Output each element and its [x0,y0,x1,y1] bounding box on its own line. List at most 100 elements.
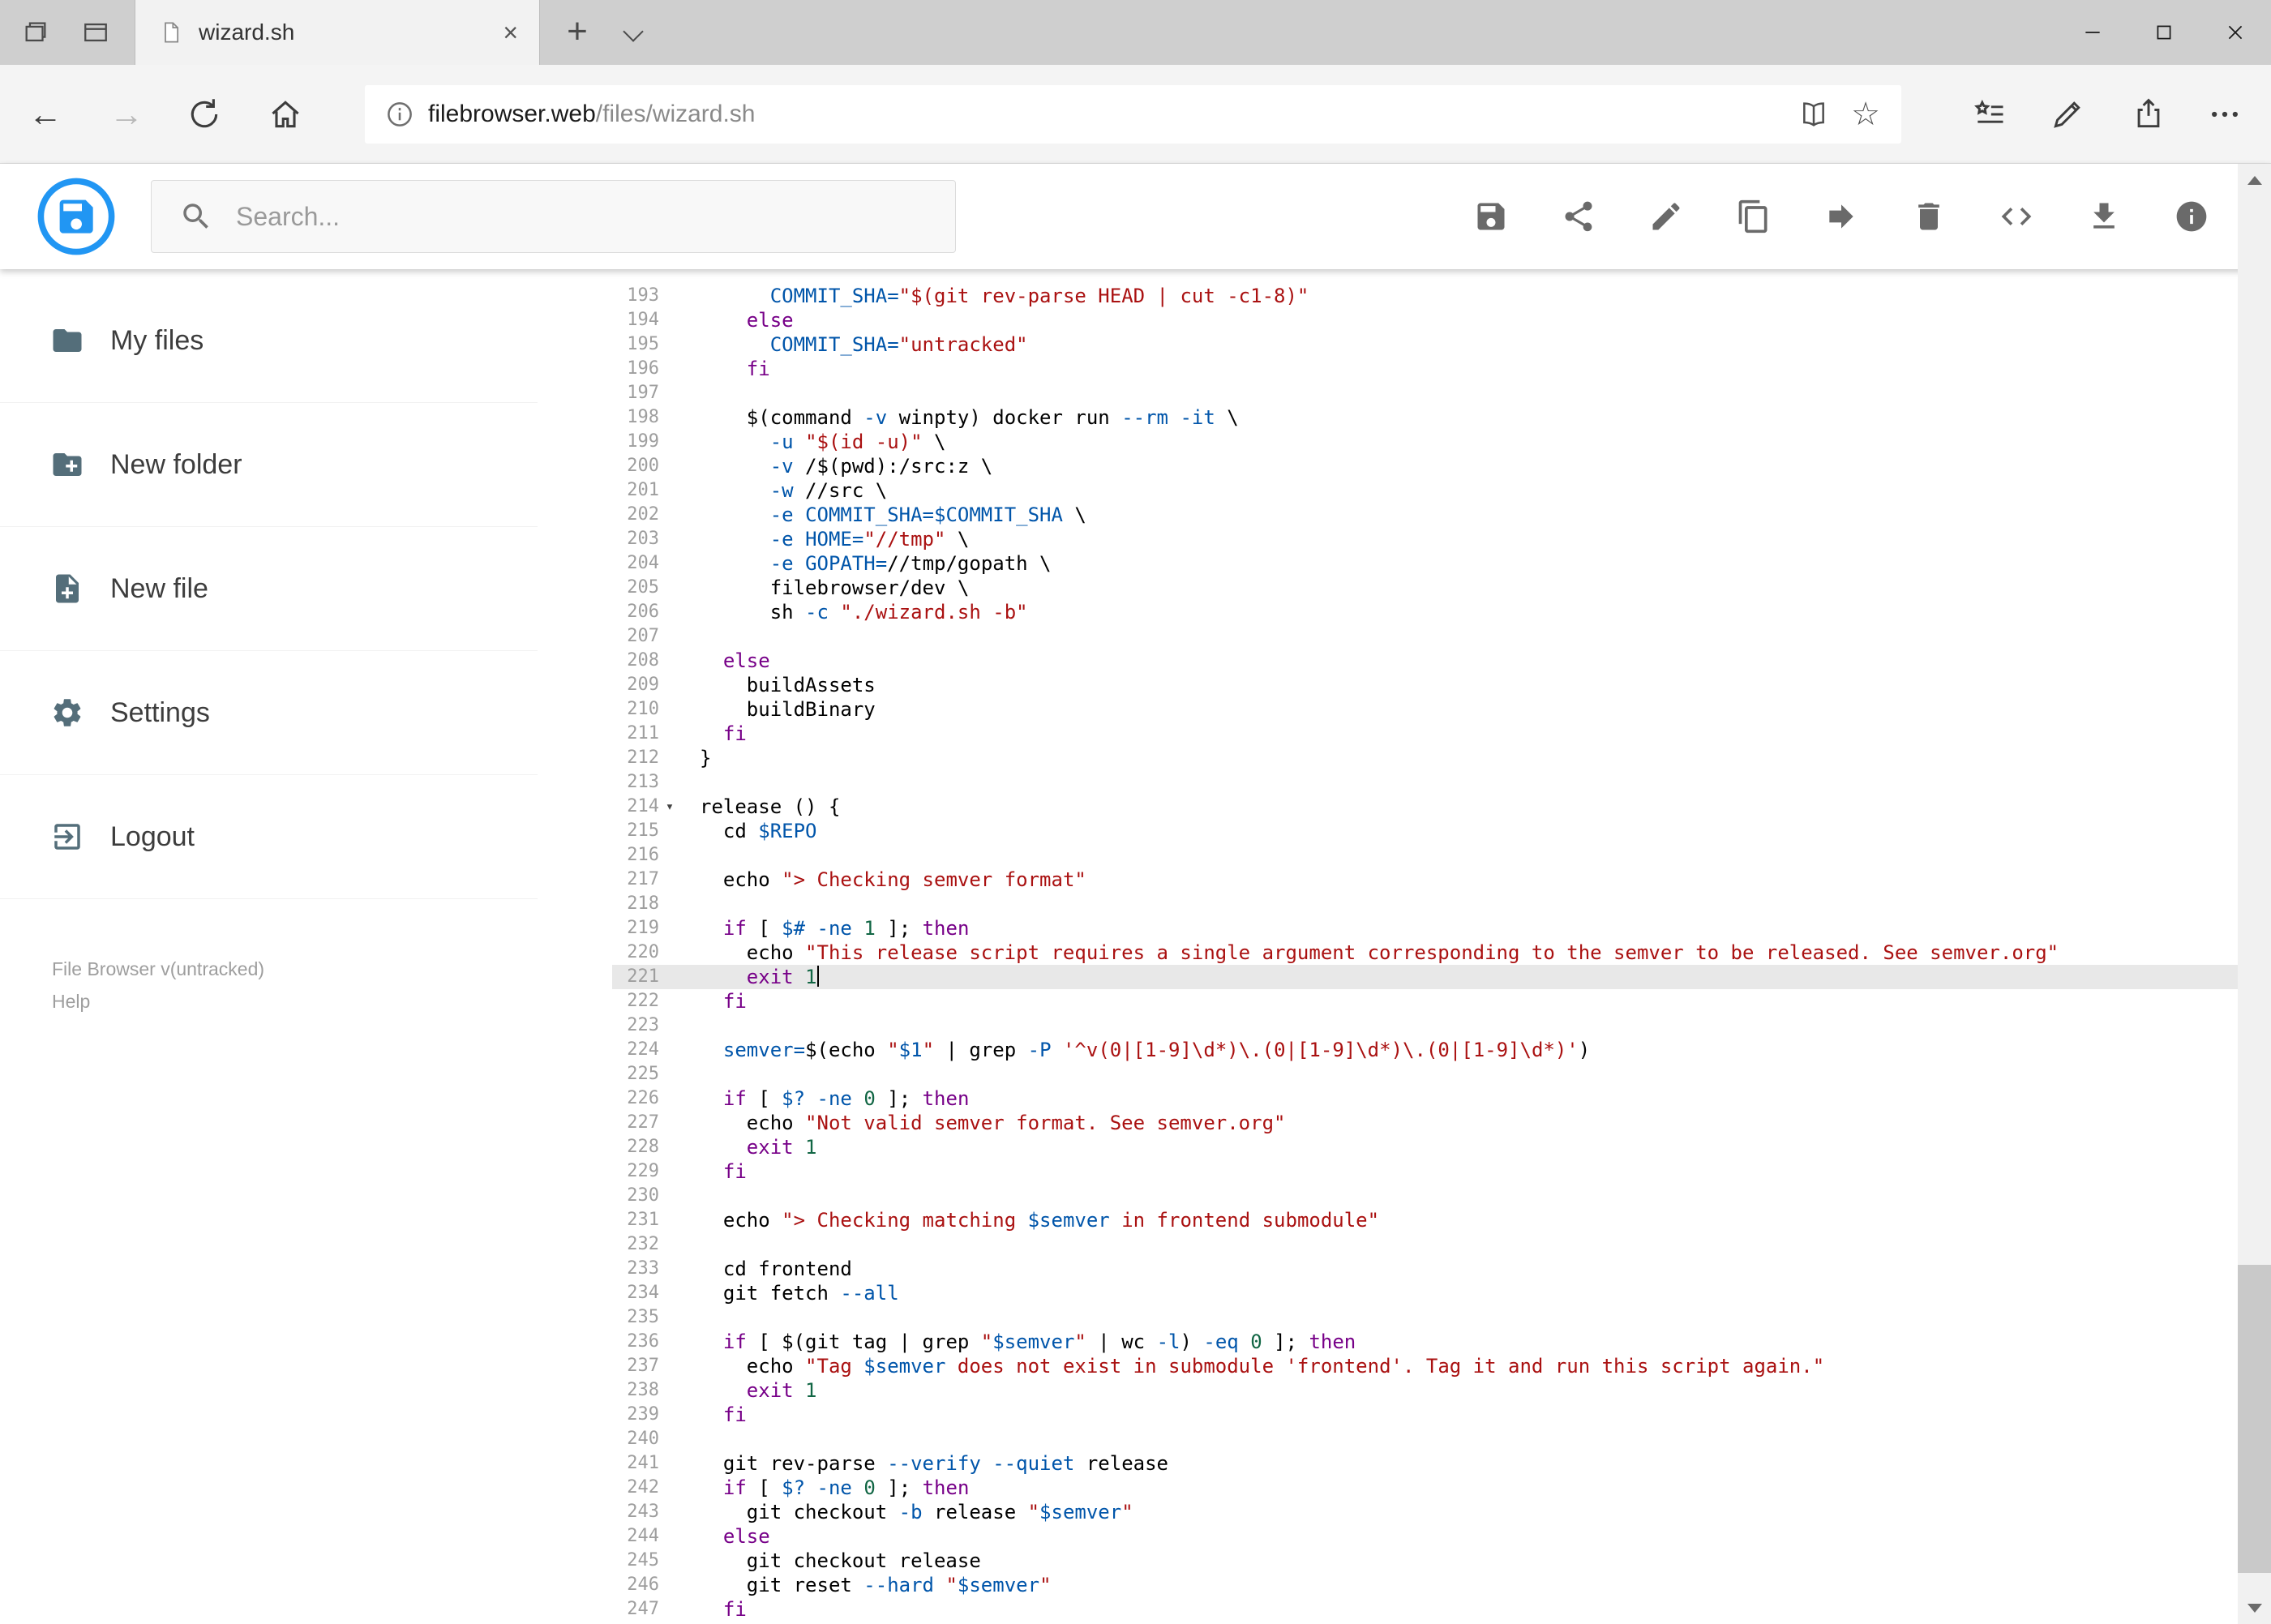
code-line[interactable]: 220 echo "This release script requires a… [612,941,2238,965]
move-arrow-icon[interactable] [1823,199,1859,234]
sidebar-item-new-folder[interactable]: New folder [0,403,538,527]
code-line[interactable]: 207 [612,624,2238,649]
annotate-pen-icon[interactable] [2050,96,2085,132]
code-line[interactable]: 201 -w //src \ [612,478,2238,503]
tab-wizard-sh[interactable]: wizard.sh × [135,0,540,65]
site-info-icon[interactable] [384,99,415,130]
refresh-icon[interactable] [186,96,222,132]
address-bar[interactable]: filebrowser.web/files/wizard.sh ☆ [365,85,1901,144]
code-line[interactable]: 242 if [ $? -ne 0 ]; then [612,1476,2238,1500]
source-code-icon[interactable] [1999,199,2034,234]
code-line[interactable]: 218 [612,892,2238,916]
code-line[interactable]: 212} [612,746,2238,770]
minimize-button[interactable] [2057,0,2128,65]
code-editor[interactable]: 193 COMMIT_SHA="$(git rev-parse HEAD | c… [612,269,2238,1624]
vertical-scrollbar[interactable] [2238,164,2271,1624]
code-line[interactable]: 215 cd $REPO [612,819,2238,843]
share-icon[interactable] [1561,199,1596,234]
code-line[interactable]: 235 [612,1305,2238,1330]
code-line[interactable]: 243 git checkout -b release "$semver" [612,1500,2238,1524]
share-page-icon[interactable] [2131,96,2166,132]
code-line[interactable]: 226 if [ $? -ne 0 ]; then [612,1086,2238,1111]
code-line[interactable]: 233 cd frontend [612,1257,2238,1281]
code-line[interactable]: 202 -e COMMIT_SHA=$COMMIT_SHA \ [612,503,2238,527]
fold-toggle-icon[interactable]: ▾ [659,795,680,819]
scroll-up-arrow-icon[interactable] [2238,164,2271,196]
code-line[interactable]: 209 buildAssets [612,673,2238,697]
code-line[interactable]: 210 buildBinary [612,697,2238,722]
code-line[interactable]: 208 else [612,649,2238,673]
hub-favorites-icon[interactable] [1972,96,2007,132]
forward-button[interactable]: → [104,94,149,135]
code-line[interactable]: 206 sh -c "./wizard.sh -b" [612,600,2238,624]
download-icon[interactable] [2086,199,2122,234]
code-line[interactable]: 232 [612,1232,2238,1257]
search-input[interactable] [234,200,955,233]
more-menu-icon[interactable] [2207,96,2243,132]
tab-preview-icon[interactable] [78,18,114,47]
add-favorite-star-icon[interactable]: ☆ [1851,98,1880,131]
help-link[interactable]: Help [52,985,612,1018]
back-button[interactable]: ← [23,94,68,135]
code-line[interactable]: 213 [612,770,2238,795]
code-line[interactable]: 195 COMMIT_SHA="untracked" [612,332,2238,357]
code-line[interactable]: 237 echo "Tag $semver does not exist in … [612,1354,2238,1378]
code-line[interactable]: 200 -v /$(pwd):/src:z \ [612,454,2238,478]
code-line[interactable]: 216 [612,843,2238,868]
search-bar[interactable] [151,180,956,253]
code-line[interactable]: 196 fi [612,357,2238,381]
maximize-button[interactable] [2128,0,2200,65]
scroll-down-arrow-icon[interactable] [2238,1592,2271,1624]
code-line[interactable]: 219 if [ $# -ne 1 ]; then [612,916,2238,941]
code-line[interactable]: 245 git checkout release [612,1549,2238,1573]
sidebar-item-logout[interactable]: Logout [0,775,538,899]
info-icon[interactable] [2174,199,2209,234]
sidebar-item-my-files[interactable]: My files [0,279,538,403]
code-line[interactable]: 236 if [ $(git tag | grep "$semver" | wc… [612,1330,2238,1354]
tab-close-icon[interactable]: × [503,19,518,45]
code-line[interactable]: 204 -e GOPATH=//tmp/gopath \ [612,551,2238,576]
code-line[interactable]: 214 ▾ release () { [612,795,2238,819]
edit-pencil-icon[interactable] [1648,199,1684,234]
code-line[interactable]: 227 echo "Not valid semver format. See s… [612,1111,2238,1135]
new-tab-button[interactable]: + [556,11,598,54]
code-line[interactable]: 229 fi [612,1159,2238,1184]
code-line[interactable]: 197 [612,381,2238,405]
code-line[interactable]: 211 fi [612,722,2238,746]
close-window-button[interactable] [2200,0,2271,65]
reading-view-icon[interactable] [1798,98,1830,131]
code-line[interactable]: 230 [612,1184,2238,1208]
code-line[interactable]: 231 echo "> Checking matching $semver in… [612,1208,2238,1232]
code-line[interactable]: 222 fi [612,989,2238,1013]
code-line[interactable]: 205 filebrowser/dev \ [612,576,2238,600]
delete-trash-icon[interactable] [1911,199,1947,234]
code-line[interactable]: 241 git rev-parse --verify --quiet relea… [612,1451,2238,1476]
code-line[interactable]: 198 $(command -v winpty) docker run --rm… [612,405,2238,430]
code-line[interactable]: 238 exit 1 [612,1378,2238,1403]
code-line[interactable]: 217 echo "> Checking semver format" [612,868,2238,892]
code-line[interactable]: 234 git fetch --all [612,1281,2238,1305]
code-line[interactable]: 224 semver=$(echo "$1" | grep -P '^v(0|[… [612,1038,2238,1062]
sidebar-item-settings[interactable]: Settings [0,651,538,775]
copy-icon[interactable] [1736,199,1772,234]
code-line[interactable]: 239 fi [612,1403,2238,1427]
code-line[interactable]: 246 git reset --hard "$semver" [612,1573,2238,1597]
home-icon[interactable] [268,96,303,132]
save-icon[interactable] [1473,199,1509,234]
code-line[interactable]: 247 fi [612,1597,2238,1622]
code-line[interactable]: 228 exit 1 [612,1135,2238,1159]
code-line[interactable]: 194 else [612,308,2238,332]
code-line[interactable]: 193 COMMIT_SHA="$(git rev-parse HEAD | c… [612,284,2238,308]
filebrowser-logo[interactable] [37,178,115,255]
code-line[interactable]: 240 [612,1427,2238,1451]
code-line[interactable]: 244 else [612,1524,2238,1549]
code-line-active[interactable]: 221 exit 1 [612,965,2238,989]
code-line[interactable]: 199 -u "$(id -u)" \ [612,430,2238,454]
code-line[interactable]: 225 [612,1062,2238,1086]
scrollbar-thumb[interactable] [2238,1265,2271,1573]
code-line[interactable]: 203 -e HOME="//tmp" \ [612,527,2238,551]
tabs-set-aside-icon[interactable] [18,18,54,47]
tab-list-chevron-icon[interactable] [623,21,644,45]
code-line[interactable]: 223 [612,1013,2238,1038]
sidebar-item-new-file[interactable]: New file [0,527,538,651]
